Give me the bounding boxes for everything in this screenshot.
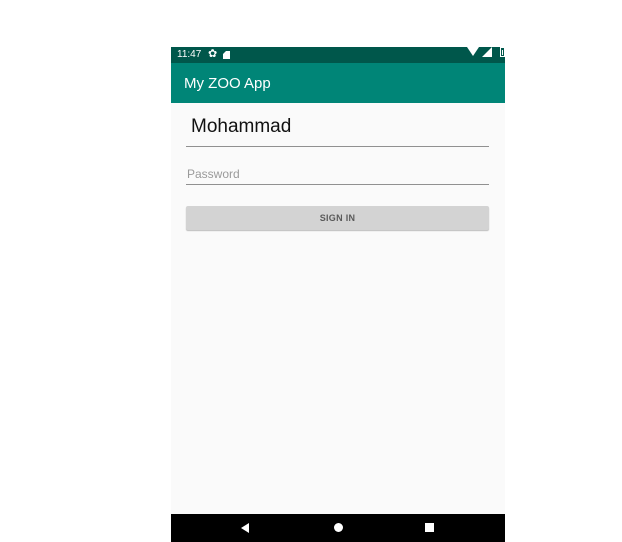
wifi-icon xyxy=(467,47,479,56)
battery-icon xyxy=(500,47,505,57)
username-value: Mohammad xyxy=(191,116,292,137)
gear-icon: ✿ xyxy=(208,48,218,60)
sign-in-button[interactable]: SIGN IN xyxy=(186,206,489,230)
sd-card-icon xyxy=(223,51,230,59)
signal-icon xyxy=(482,47,492,57)
recents-icon[interactable] xyxy=(425,523,434,532)
password-input[interactable] xyxy=(187,166,477,182)
username-field[interactable]: Mohammad xyxy=(186,116,489,147)
status-time: 11:47 xyxy=(177,49,202,60)
password-field[interactable] xyxy=(186,165,489,185)
back-icon[interactable] xyxy=(241,523,249,533)
phone-screen: 11:47 ✿ My ZOO App Mohammad SIGN IN xyxy=(171,47,505,542)
home-icon[interactable] xyxy=(334,523,343,532)
app-bar: My ZOO App xyxy=(171,63,505,103)
status-bar: 11:47 ✿ xyxy=(171,47,505,63)
navigation-bar xyxy=(171,514,505,542)
app-title: My ZOO App xyxy=(184,75,271,92)
